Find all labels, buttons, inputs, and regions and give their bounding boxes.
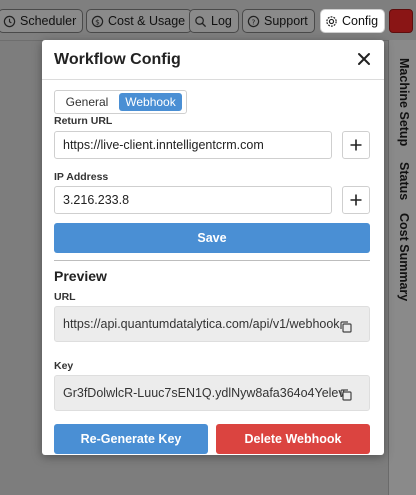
panel-close-button[interactable] xyxy=(389,9,413,33)
config-tabs: General Webhook xyxy=(54,90,187,114)
log-label: Log xyxy=(211,14,232,28)
ip-address-label: IP Address xyxy=(54,171,109,183)
tab-machine-setup[interactable]: Machine Setup xyxy=(397,58,411,146)
workflow-config-modal: Workflow Config General Webhook Return U… xyxy=(42,40,384,455)
copy-url-icon[interactable] xyxy=(339,320,353,334)
svg-text:?: ? xyxy=(252,17,256,26)
preview-title: Preview xyxy=(54,268,107,284)
svg-text:$: $ xyxy=(95,17,100,26)
log-button[interactable]: Log xyxy=(189,9,239,33)
scheduler-label: Scheduler xyxy=(20,14,77,28)
config-label: Config xyxy=(342,14,379,28)
add-return-url-button[interactable] xyxy=(342,131,370,159)
copy-key-icon[interactable] xyxy=(339,388,353,402)
preview-key-label: Key xyxy=(54,360,74,372)
cost-usage-label: Cost & Usage xyxy=(108,14,186,28)
section-divider xyxy=(54,260,370,261)
preview-url-label: URL xyxy=(54,291,76,303)
modal-title: Workflow Config xyxy=(54,51,181,68)
save-button[interactable]: Save xyxy=(54,223,370,253)
gear-icon xyxy=(326,15,337,27)
tab-cost-summary[interactable]: Cost Summary xyxy=(397,213,411,301)
config-button[interactable]: Config xyxy=(320,9,386,33)
webhook-key-field: Gr3fDolwlcR-Luuc7sEN1Q.ydlNyw8afa364o4Ye… xyxy=(54,375,370,411)
cost-usage-button[interactable]: $ Cost & Usage xyxy=(86,9,193,33)
close-icon[interactable] xyxy=(356,51,372,67)
return-url-input[interactable]: https://live-client.inntelligentcrm.com xyxy=(54,131,332,159)
webhook-url-field: https://api.quantumdatalytica.com/api/v1… xyxy=(54,306,370,342)
tab-general[interactable]: General xyxy=(57,93,117,111)
ip-address-input[interactable]: 3.216.233.8 xyxy=(54,186,332,214)
add-ip-address-button[interactable] xyxy=(342,186,370,214)
plus-icon xyxy=(350,194,362,206)
support-label: Support xyxy=(264,14,308,28)
regenerate-key-button[interactable]: Re-Generate Key xyxy=(54,424,208,454)
plus-icon xyxy=(350,139,362,151)
dollar-icon: $ xyxy=(91,15,104,27)
modal-header: Workflow Config xyxy=(42,40,384,80)
delete-webhook-button[interactable]: Delete Webhook xyxy=(216,424,370,454)
question-icon: ? xyxy=(247,15,260,27)
clock-icon xyxy=(3,15,16,27)
log-icon xyxy=(195,15,207,27)
tab-status[interactable]: Status xyxy=(397,162,411,200)
tab-webhook[interactable]: Webhook xyxy=(119,93,182,111)
scheduler-button[interactable]: Scheduler xyxy=(0,9,84,33)
side-panel: Machine Setup Status Cost Summary xyxy=(388,40,416,495)
top-toolbar: Scheduler $ Cost & Usage Log ? Support C… xyxy=(0,0,416,40)
return-url-label: Return URL xyxy=(54,115,113,127)
support-button[interactable]: ? Support xyxy=(242,9,315,33)
